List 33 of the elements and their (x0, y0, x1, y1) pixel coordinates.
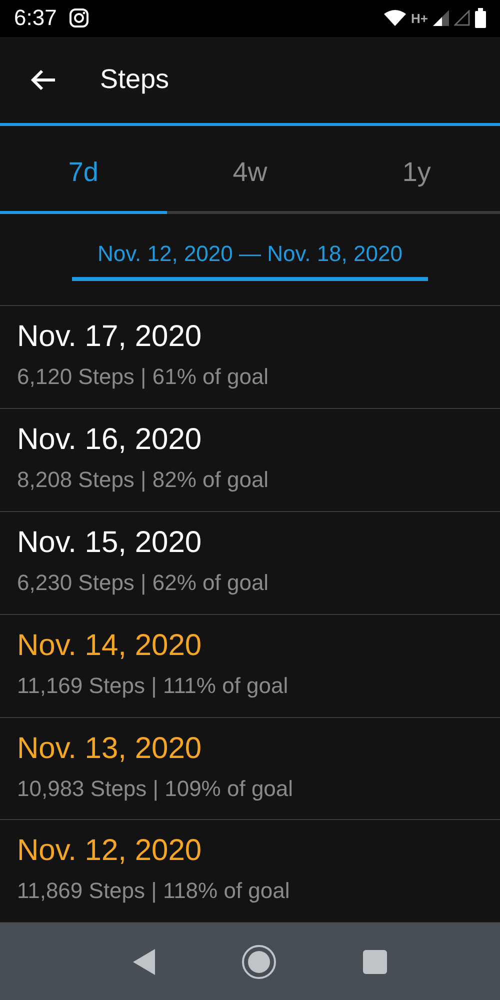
period-tab[interactable]: 4w (166, 126, 334, 214)
network-type: H+ (411, 10, 428, 26)
home-icon[interactable] (241, 944, 277, 980)
day-steps: 6,230 Steps | 62% of goal (17, 570, 483, 596)
day-date: Nov. 15, 2020 (17, 526, 203, 560)
day-date: Nov. 17, 2020 (17, 320, 203, 354)
screen-title: Steps (100, 64, 170, 96)
day-row[interactable]: Nov. 14, 2020 11,169 Steps | 111% of goal (0, 614, 500, 718)
day-steps: 11,169 Steps | 111% of goal (17, 672, 483, 699)
day-row[interactable]: Nov. 15, 2020 6,230 Steps | 62% of goal (0, 512, 500, 615)
day-row[interactable]: Nov. 13, 2020 10,983 Steps | 109% of goal (0, 718, 500, 820)
day-date: Nov. 12, 2020 (17, 834, 203, 868)
status-time: 6:37 (14, 5, 57, 32)
battery-icon (475, 8, 486, 28)
signal-icon (433, 10, 449, 26)
day-steps: 10,983 Steps | 109% of goal (17, 776, 483, 802)
back-arrow-icon[interactable] (30, 68, 56, 91)
day-date: Nov. 13, 2020 (17, 732, 203, 766)
day-steps: 6,120 Steps | 61% of goal (17, 364, 483, 390)
day-steps: 8,208 Steps | 82% of goal (17, 467, 483, 494)
day-date: Nov. 14, 2020 (17, 628, 203, 663)
back-icon[interactable] (133, 948, 155, 975)
recents-icon[interactable] (363, 950, 387, 974)
period-tab[interactable]: 7d (0, 126, 167, 214)
day-row[interactable]: Nov. 16, 2020 8,208 Steps | 82% of goal (0, 409, 500, 512)
period-tab[interactable]: 1y (333, 126, 500, 214)
day-row[interactable]: Nov. 17, 2020 6,120 Steps | 61% of goal (0, 306, 500, 410)
camera-icon (68, 8, 89, 28)
wifi-icon (384, 10, 406, 26)
day-date: Nov. 16, 2020 (17, 423, 203, 458)
day-steps: 11,869 Steps | 118% of goal (17, 878, 483, 904)
date-range[interactable]: Nov. 12, 2020 — Nov. 18, 2020 (72, 229, 428, 282)
signal-icon (454, 10, 470, 26)
